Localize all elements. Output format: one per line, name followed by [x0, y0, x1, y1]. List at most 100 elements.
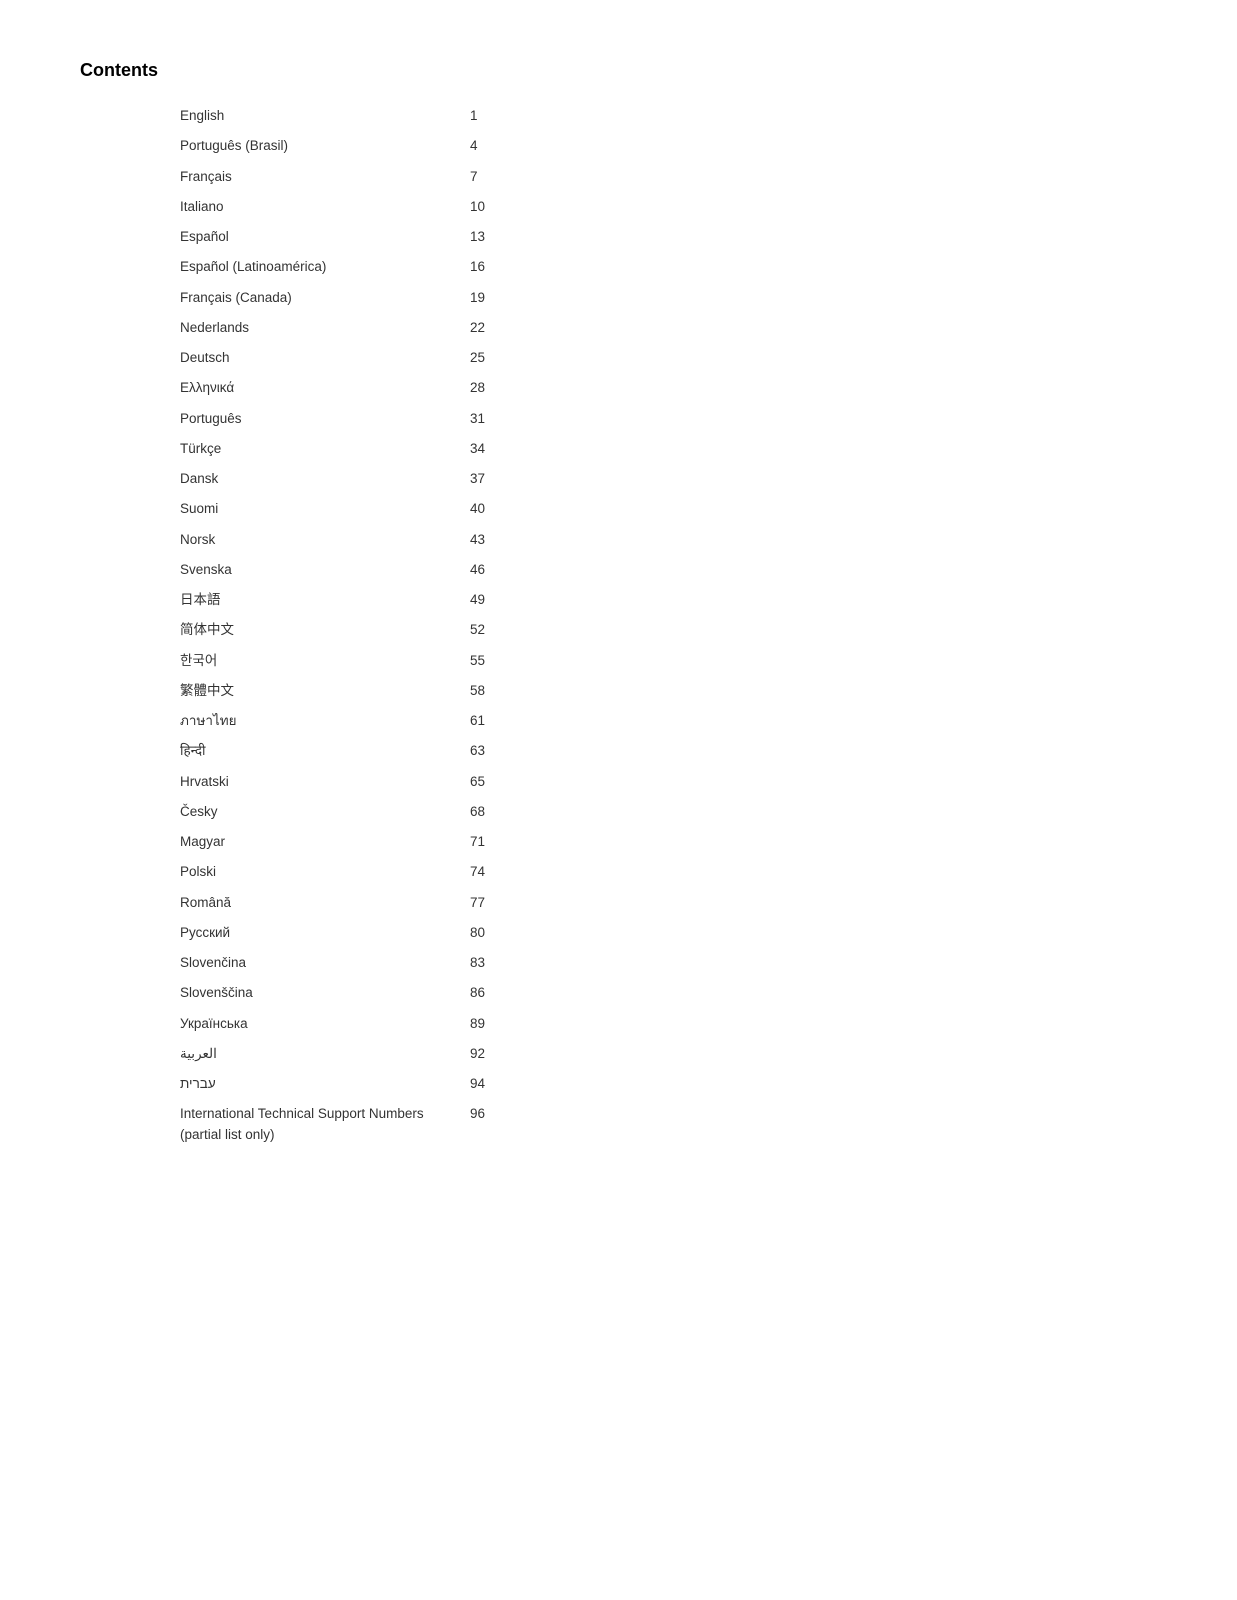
toc-page-number: 71 [470, 834, 500, 849]
toc-label: Português (Brasil) [180, 136, 450, 156]
toc-label: हिन्दी [180, 741, 450, 761]
toc-page-number: 37 [470, 471, 500, 486]
toc-label: Magyar [180, 832, 450, 852]
toc-row: 日本語 49 [180, 585, 500, 615]
toc-row: Slovenščina 86 [180, 978, 500, 1008]
toc-row: Svenska 46 [180, 555, 500, 585]
toc-label: English [180, 106, 450, 126]
toc-page-number: 28 [470, 380, 500, 395]
toc-page-number: 40 [470, 501, 500, 516]
toc-page-number: 4 [470, 138, 500, 153]
toc-page-number: 94 [470, 1076, 500, 1091]
toc-row: Română 77 [180, 888, 500, 918]
toc-label: Svenska [180, 560, 450, 580]
toc-page-number: 52 [470, 622, 500, 637]
toc-page-number: 61 [470, 713, 500, 728]
toc-row: 简体中文 52 [180, 615, 500, 645]
toc-row: Nederlands 22 [180, 313, 500, 343]
toc-row: Slovenčina 83 [180, 948, 500, 978]
toc-page-number: 43 [470, 532, 500, 547]
toc-row: Español13 [180, 222, 500, 252]
toc-page-number: 13 [470, 229, 500, 244]
toc-row: 한국어 55 [180, 646, 500, 676]
toc-row: Français7 [180, 162, 500, 192]
toc-row: עברית 94 [180, 1069, 500, 1099]
toc-page-number: 83 [470, 955, 500, 970]
toc-row: العربية 92 [180, 1039, 500, 1069]
toc-page-number: 96 [470, 1106, 500, 1121]
toc-page-number: 1 [470, 108, 500, 123]
toc-label: 한국어 [180, 651, 450, 671]
toc-label: Italiano [180, 197, 450, 217]
toc-row: Ελληνικά 28 [180, 373, 500, 403]
toc-label: Português [180, 409, 450, 429]
toc-row: Polski 74 [180, 857, 500, 887]
toc-page-number: 92 [470, 1046, 500, 1061]
toc-page-number: 65 [470, 774, 500, 789]
toc-page-number: 89 [470, 1016, 500, 1031]
toc-page-number: 63 [470, 743, 500, 758]
toc-label: ภาษาไทย [180, 711, 450, 731]
toc-label: Slovenčina [180, 953, 450, 973]
toc-row: Magyar 71 [180, 827, 500, 857]
toc-page-number: 34 [470, 441, 500, 456]
toc-label: 日本語 [180, 590, 450, 610]
toc-page-number: 86 [470, 985, 500, 1000]
toc-page-number: 7 [470, 169, 500, 184]
toc-label: Norsk [180, 530, 450, 550]
page-title: Contents [80, 60, 1157, 81]
toc-page-number: 19 [470, 290, 500, 305]
toc-page-number: 55 [470, 653, 500, 668]
toc-row: Italiano 10 [180, 192, 500, 222]
toc-row: Русский 80 [180, 918, 500, 948]
toc-container: English1Português (Brasil)4Français7Ital… [180, 101, 500, 1150]
toc-row: International Technical Support Numbers … [180, 1099, 500, 1150]
toc-label: Česky [180, 802, 450, 822]
toc-label: Slovenščina [180, 983, 450, 1003]
toc-label: 繁體中文 [180, 681, 450, 701]
toc-label: Dansk [180, 469, 450, 489]
toc-row: Česky 68 [180, 797, 500, 827]
toc-row: हिन्दी 63 [180, 736, 500, 766]
toc-label: العربية [180, 1044, 450, 1064]
toc-row: English 1 [180, 101, 500, 131]
toc-row: Português (Brasil) 4 [180, 131, 500, 161]
toc-page-number: 49 [470, 592, 500, 607]
toc-row: Español (Latinoamérica) 16 [180, 252, 500, 282]
toc-label: Română [180, 893, 450, 913]
toc-page-number: 68 [470, 804, 500, 819]
toc-label: Ελληνικά [180, 378, 450, 398]
toc-label: עברית [180, 1074, 450, 1094]
toc-page-number: 77 [470, 895, 500, 910]
toc-row: Deutsch 25 [180, 343, 500, 373]
toc-label: Русский [180, 923, 450, 943]
toc-row: Українська 89 [180, 1009, 500, 1039]
toc-label: 简体中文 [180, 620, 450, 640]
toc-row: 繁體中文 58 [180, 676, 500, 706]
toc-label: Polski [180, 862, 450, 882]
toc-label: Українська [180, 1014, 450, 1034]
toc-page-number: 10 [470, 199, 500, 214]
toc-page-number: 16 [470, 259, 500, 274]
toc-label: Español (Latinoamérica) [180, 257, 450, 277]
toc-label: Nederlands [180, 318, 450, 338]
toc-row: Hrvatski 65 [180, 767, 500, 797]
toc-label: Hrvatski [180, 772, 450, 792]
toc-page-number: 25 [470, 350, 500, 365]
toc-row: Türkçe 34 [180, 434, 500, 464]
toc-row: Norsk 43 [180, 525, 500, 555]
toc-row: Português 31 [180, 404, 500, 434]
toc-page-number: 31 [470, 411, 500, 426]
toc-label: Türkçe [180, 439, 450, 459]
toc-label: Français (Canada) [180, 288, 450, 308]
toc-label: Deutsch [180, 348, 450, 368]
toc-page-number: 74 [470, 864, 500, 879]
toc-page-number: 58 [470, 683, 500, 698]
toc-page-number: 46 [470, 562, 500, 577]
toc-page-number: 80 [470, 925, 500, 940]
toc-row: ภาษาไทย 61 [180, 706, 500, 736]
toc-label: Suomi [180, 499, 450, 519]
toc-row: Dansk 37 [180, 464, 500, 494]
toc-label: International Technical Support Numbers … [180, 1104, 450, 1145]
toc-page-number: 22 [470, 320, 500, 335]
